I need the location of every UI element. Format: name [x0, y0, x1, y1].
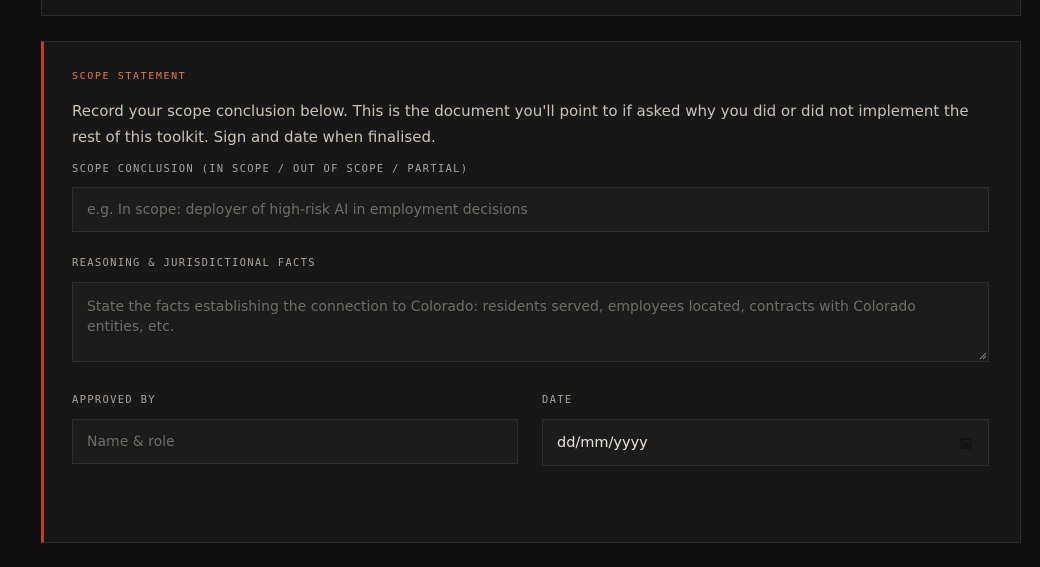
approved-by-label: APPROVED BY: [72, 394, 156, 406]
scope-conclusion-placeholder: e.g. In scope: deployer of high-risk AI …: [87, 201, 528, 218]
scope-conclusion-input[interactable]: e.g. In scope: deployer of high-risk AI …: [72, 187, 989, 232]
scope-conclusion-label: SCOPE CONCLUSION (IN SCOPE / OUT OF SCOP…: [72, 163, 469, 175]
section-intro: Record your scope conclusion below. This…: [72, 102, 969, 146]
scope-statement-card: SCOPE STATEMENT Record your scope conclu…: [41, 41, 1021, 543]
calendar-icon[interactable]: [960, 437, 972, 449]
date-label: DATE: [542, 394, 573, 406]
previous-section-panel: [41, 0, 1021, 16]
approved-by-input[interactable]: Name & role: [72, 419, 518, 464]
approved-by-placeholder: Name & role: [87, 433, 175, 450]
resize-grip-icon[interactable]: [979, 352, 987, 360]
date-value: dd/mm/yyyy: [557, 434, 648, 451]
date-input[interactable]: dd/mm/yyyy: [542, 419, 989, 466]
reasoning-placeholder: State the facts establishing the connect…: [87, 299, 916, 335]
reasoning-textarea[interactable]: State the facts establishing the connect…: [72, 282, 989, 362]
reasoning-label: REASONING & JURISDICTIONAL FACTS: [72, 257, 316, 269]
section-eyebrow: SCOPE STATEMENT: [72, 71, 187, 82]
